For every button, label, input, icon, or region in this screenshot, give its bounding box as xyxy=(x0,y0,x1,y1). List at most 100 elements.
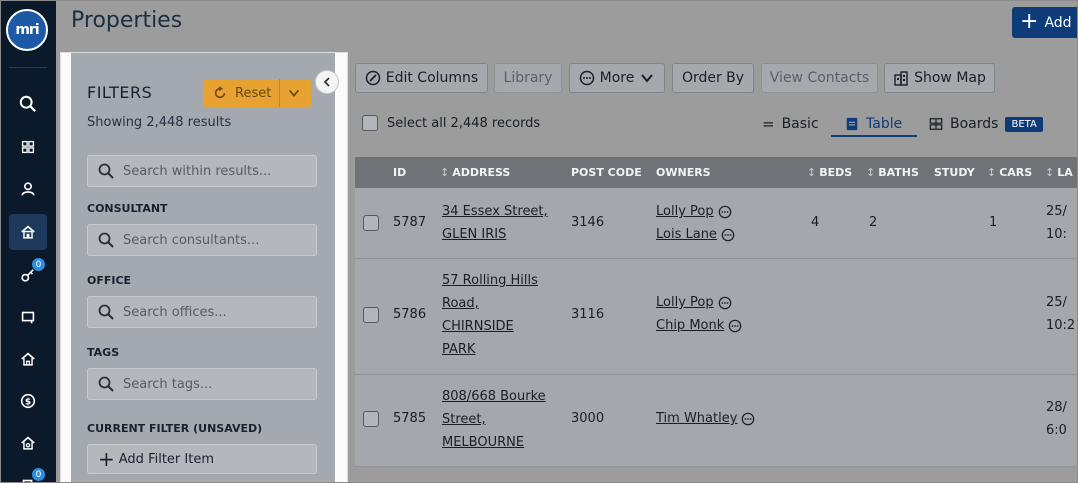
owner-item[interactable]: Lolly Pop xyxy=(656,200,735,223)
row-address-link[interactable]: 34 Essex Street, GLEN IRIS xyxy=(442,200,548,246)
owner-link[interactable]: Lois Lane xyxy=(656,223,717,246)
sort-icon: ↕ xyxy=(1045,166,1055,179)
row-owners: Lolly Pop Lois Lane xyxy=(656,200,735,246)
listings-icon[interactable] xyxy=(9,299,47,335)
owner-link[interactable]: Tim Whatley xyxy=(656,407,737,430)
column-header-last[interactable]: ↕ LA xyxy=(1045,166,1073,179)
dashboard-icon[interactable] xyxy=(9,129,47,165)
money-icon[interactable]: $ xyxy=(9,383,47,419)
consultant-search-input[interactable]: Search consultants... xyxy=(87,224,317,256)
tags-search-input[interactable]: Search tags... xyxy=(87,368,317,400)
row-address-link[interactable]: 808/668 Bourke Street, MELBOURNE xyxy=(442,385,546,454)
search-icon[interactable] xyxy=(9,86,47,122)
reset-divider xyxy=(279,79,280,107)
column-header-post-code[interactable]: POST CODE xyxy=(571,166,642,179)
row-checkbox[interactable] xyxy=(363,411,379,427)
table-icon xyxy=(846,117,858,131)
row-address-link[interactable]: 57 Rolling Hills Road, CHIRNSIDE PARK xyxy=(442,269,538,361)
address-line: Street, xyxy=(442,412,486,427)
more-button[interactable]: More xyxy=(569,63,665,93)
keys-icon[interactable]: 0 xyxy=(9,257,47,293)
show-map-button[interactable]: Show Map xyxy=(884,63,995,93)
address-line: CHIRNSIDE xyxy=(442,319,514,334)
view-tab-boards[interactable]: Boards BETA xyxy=(929,111,1043,137)
library-button[interactable]: Library xyxy=(494,63,562,93)
collapse-filters-button[interactable] xyxy=(315,70,339,94)
app-sidebar: mri 0 $ 0 xyxy=(1,1,56,482)
column-header-beds-label: BEDS xyxy=(819,166,853,179)
contacts-icon[interactable] xyxy=(9,171,47,207)
rail-divider xyxy=(9,67,47,68)
page-title: Properties xyxy=(71,8,183,33)
add-button[interactable]: + Add xyxy=(1012,7,1077,38)
properties-icon[interactable] xyxy=(9,214,47,250)
more-icon[interactable] xyxy=(721,228,735,242)
view-contacts-button[interactable]: View Contacts xyxy=(761,63,878,93)
office-search-placeholder: Search offices... xyxy=(123,304,227,320)
row-checkbox[interactable] xyxy=(363,215,379,231)
select-all-checkbox[interactable] xyxy=(362,115,378,131)
column-header-study[interactable]: STUDY xyxy=(934,166,975,179)
column-header-owners-label: OWNERS xyxy=(656,166,711,179)
owner-item[interactable]: Lolly Pop xyxy=(656,291,742,314)
table-row[interactable]: 5785 808/668 Bourke Street, MELBOURNE 30… xyxy=(355,375,1077,467)
show-map-label: Show Map xyxy=(914,70,986,86)
owner-link[interactable]: Chip Monk xyxy=(656,314,724,337)
owner-link[interactable]: Lolly Pop xyxy=(656,291,714,314)
add-filter-item-label: Add Filter Item xyxy=(118,451,214,467)
list-icon: = xyxy=(762,115,775,133)
column-header-cars-label: CARS xyxy=(999,166,1033,179)
svg-text:$: $ xyxy=(25,398,31,408)
address-line: 34 Essex Street, xyxy=(442,204,548,219)
column-header-post-code-label: POST CODE xyxy=(571,166,642,179)
table-row[interactable]: 5786 57 Rolling Hills Road, CHIRNSIDE PA… xyxy=(355,259,1077,375)
view-tab-basic[interactable]: = Basic xyxy=(762,111,819,137)
owner-link[interactable]: Lolly Pop xyxy=(656,200,714,223)
column-header-owners[interactable]: OWNERS xyxy=(656,166,711,179)
column-header-cars[interactable]: ↕ CARS xyxy=(987,166,1032,179)
chevron-down-icon[interactable] xyxy=(287,86,301,100)
column-header-baths[interactable]: ↕ BATHS xyxy=(866,166,919,179)
reset-button[interactable]: Reset xyxy=(203,79,311,107)
column-header-id[interactable]: ID xyxy=(393,166,406,179)
owner-item[interactable]: Chip Monk xyxy=(656,314,742,337)
search-icon xyxy=(98,163,114,179)
house-settings-icon[interactable] xyxy=(9,425,47,461)
row-baths: 2 xyxy=(869,215,878,230)
table-header: ID ↕ ADDRESS POST CODE OWNERS ↕ BEDS ↕ BATH… xyxy=(355,157,1077,188)
row-id: 5787 xyxy=(393,215,427,230)
search-within-results-input[interactable]: Search within results... xyxy=(87,155,317,187)
tags-label: TAGS xyxy=(87,346,120,359)
owner-item[interactable]: Tim Whatley xyxy=(656,407,755,430)
sort-icon: ↕ xyxy=(987,166,997,179)
tags-search-placeholder: Search tags... xyxy=(123,376,213,392)
add-button-label: Add xyxy=(1044,14,1072,31)
add-filter-item-button[interactable]: + Add Filter Item xyxy=(87,444,317,474)
row-post-code: 3116 xyxy=(571,307,605,322)
edit-columns-button[interactable]: Edit Columns xyxy=(355,63,488,93)
row-cars: 1 xyxy=(989,215,998,230)
owner-item[interactable]: Lois Lane xyxy=(656,223,735,246)
order-by-button[interactable]: Order By xyxy=(672,63,754,93)
mri-logo[interactable]: mri xyxy=(6,9,48,51)
table-row[interactable]: 5787 34 Essex Street, GLEN IRIS 3146 Lol… xyxy=(355,188,1077,259)
logo-text: mri xyxy=(15,22,39,38)
select-all[interactable]: Select all 2,448 records xyxy=(362,115,540,131)
chevron-left-icon xyxy=(323,77,330,87)
row-date: 25/ 10:2 xyxy=(1046,291,1075,337)
time-line: 6:0 xyxy=(1046,423,1067,438)
column-header-study-label: STUDY xyxy=(934,166,975,179)
home-icon[interactable] xyxy=(9,341,47,377)
sort-icon: ↕ xyxy=(440,166,450,179)
more-icon[interactable] xyxy=(718,205,732,219)
boards-icon xyxy=(929,118,943,130)
column-header-beds[interactable]: ↕ BEDS xyxy=(807,166,852,179)
row-checkbox[interactable] xyxy=(363,307,379,323)
tasks-icon[interactable]: 0 xyxy=(9,467,47,482)
more-icon[interactable] xyxy=(718,296,732,310)
more-icon[interactable] xyxy=(741,412,755,426)
column-header-address[interactable]: ↕ ADDRESS xyxy=(440,166,510,179)
office-search-input[interactable]: Search offices... xyxy=(87,296,317,328)
view-tab-table[interactable]: Table xyxy=(845,111,902,137)
more-icon[interactable] xyxy=(728,319,742,333)
